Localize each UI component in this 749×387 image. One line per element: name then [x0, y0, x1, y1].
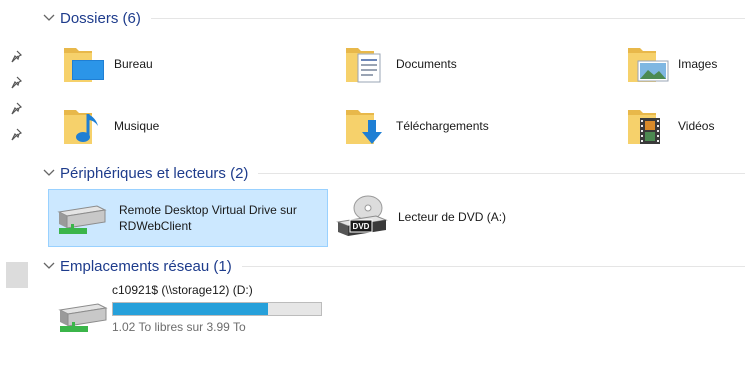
drive-label-line1: Lecteur de DVD (A:) [398, 210, 507, 224]
chevron-down-icon[interactable] [40, 258, 58, 274]
navigation-pane [0, 0, 30, 387]
videos-folder-icon [628, 110, 660, 144]
folder-item-bureau[interactable]: Bureau [62, 38, 153, 90]
folder-label: Vidéos [678, 119, 715, 133]
network-drive-icon [58, 303, 108, 332]
documents-folder-icon [346, 48, 381, 83]
music-folder-icon [64, 110, 98, 144]
drive-item-remote-desktop[interactable]: Remote Desktop Virtual Drive sur RDWebCl… [48, 189, 328, 247]
capacity-bar-fill [113, 303, 268, 315]
group-header-devices[interactable]: Périphériques et lecteurs (2) [34, 162, 749, 184]
folder-label: Images [678, 57, 718, 71]
group-header-folders[interactable]: Dossiers (6) [34, 7, 749, 29]
chevron-down-icon[interactable] [40, 10, 58, 26]
group-title-network: Emplacements réseau (1) [60, 257, 232, 275]
folder-item-images[interactable]: Images [626, 38, 717, 90]
drive-label-line2: RDWebClient [119, 219, 192, 233]
folder-item-musique[interactable]: Musique [62, 100, 159, 152]
dvd-logo-text: DVD [353, 222, 370, 231]
folder-label: Téléchargements [396, 119, 489, 133]
pin-icon[interactable] [10, 102, 24, 116]
file-explorer-content: Dossiers (6) Bureau Documents Images Mus… [34, 0, 749, 387]
drive-label: Remote Desktop Virtual Drive sur RDWebCl… [119, 202, 297, 234]
folder-label: Bureau [114, 57, 153, 71]
drive-label-line1: Remote Desktop Virtual Drive sur [119, 203, 297, 217]
group-header-network[interactable]: Emplacements réseau (1) [34, 255, 749, 277]
capacity-bar [112, 302, 322, 316]
group-title-folders: Dossiers (6) [60, 9, 141, 27]
group-divider [150, 17, 745, 19]
free-space-text: 1.02 To libres sur 3.99 To [112, 320, 246, 334]
downloads-folder-icon [346, 110, 382, 144]
desktop-folder-icon [64, 48, 104, 82]
folder-label: Documents [396, 57, 457, 71]
folder-item-telechargements[interactable]: Téléchargements [344, 100, 489, 152]
folder-item-videos[interactable]: Vidéos [626, 100, 714, 152]
chevron-down-icon[interactable] [40, 165, 58, 181]
pictures-folder-icon [628, 48, 669, 82]
pin-icon[interactable] [10, 128, 24, 142]
network-drive-icon [57, 205, 107, 234]
dvd-drive-icon: DVD [336, 195, 388, 236]
group-title-devices: Périphériques et lecteurs (2) [60, 164, 249, 182]
group-divider [241, 265, 745, 267]
pin-icon[interactable] [10, 50, 24, 64]
folder-label: Musique [114, 119, 160, 133]
folder-item-documents[interactable]: Documents [344, 38, 457, 90]
network-drive-name: c10921$ (\\storage12) (D:) [112, 283, 253, 297]
network-drive-info: c10921$ (\\storage12) (D:) 1.02 To libre… [112, 283, 322, 334]
drive-label: Lecteur de DVD (A:) [398, 209, 506, 225]
nav-scroll-thumb[interactable] [6, 262, 28, 288]
pin-icon[interactable] [10, 76, 24, 90]
drive-item-dvd[interactable]: DVD Lecteur de DVD (A:) [336, 189, 556, 245]
group-divider [258, 172, 745, 174]
